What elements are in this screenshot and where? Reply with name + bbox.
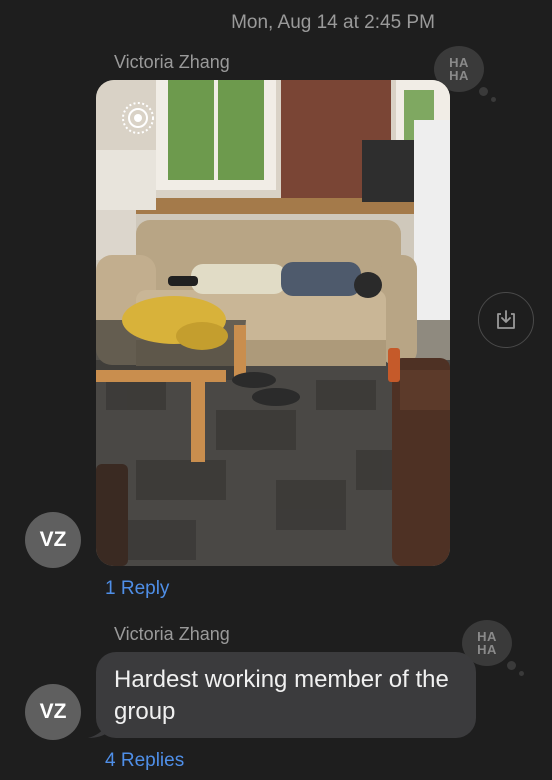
replies-link[interactable]: 1 Reply — [105, 578, 169, 600]
message-text: Hardest working member of the group — [114, 666, 449, 725]
photo-image — [96, 80, 450, 566]
message-bubble[interactable]: Hardest working member of the group — [96, 652, 476, 738]
replies-link[interactable]: 4 Replies — [105, 750, 184, 772]
sender-name: Victoria Zhang — [114, 624, 230, 644]
live-photo-icon[interactable] — [120, 100, 156, 136]
save-download-icon — [497, 310, 515, 329]
avatar[interactable]: VZ — [25, 684, 81, 740]
avatar[interactable]: VZ — [25, 512, 81, 568]
conversation-timestamp: Mon, Aug 14 at 2:45 PM — [231, 12, 435, 33]
photo-attachment[interactable] — [96, 80, 450, 566]
sender-name: Victoria Zhang — [114, 52, 230, 72]
save-photo-button[interactable] — [478, 292, 534, 348]
